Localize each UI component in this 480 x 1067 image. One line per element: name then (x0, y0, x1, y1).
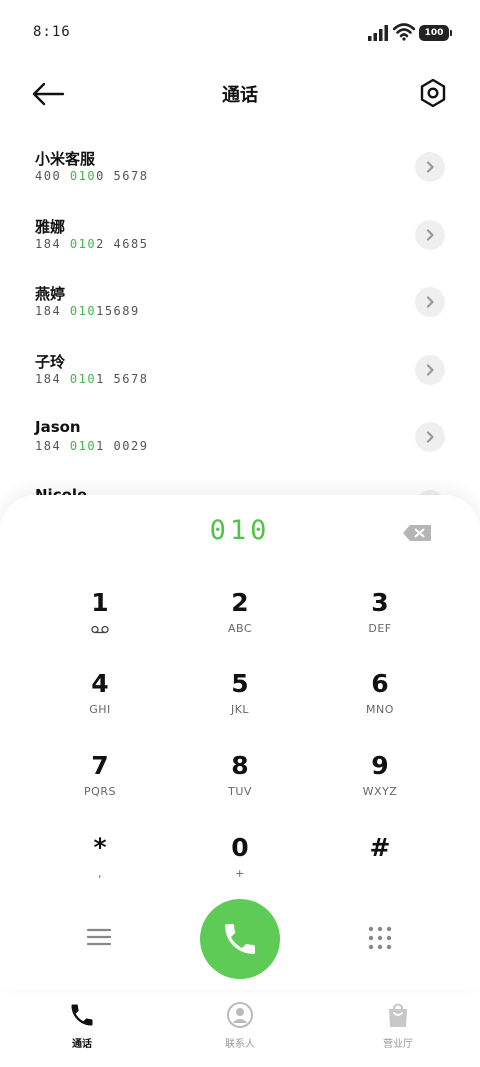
voicemail-icon (91, 625, 109, 634)
keypad-toggle-icon[interactable] (367, 925, 393, 951)
contact-item[interactable]: 子玲 184 0101 5678 (0, 337, 480, 405)
chevron-right-icon (426, 228, 434, 241)
settings-icon[interactable] (416, 76, 450, 112)
key-6[interactable]: 6 MNO (310, 666, 450, 746)
battery-icon: 100 (419, 25, 452, 41)
key-0[interactable]: 0 + (170, 830, 310, 910)
key-5[interactable]: 5 JKL (170, 666, 310, 746)
contact-item[interactable]: Jason 184 0101 0029 (0, 404, 480, 472)
contact-detail-button[interactable] (415, 354, 445, 385)
cellular-signal-icon (368, 25, 388, 41)
contact-number: 400 0100 5678 (35, 169, 149, 183)
contact-number: 184 0101 0029 (35, 439, 149, 453)
key-hash[interactable]: # (310, 830, 450, 910)
key-7[interactable]: 7 PQRS (30, 748, 170, 828)
key-2[interactable]: 2 ABC (170, 585, 310, 665)
contact-name: 小米客服 (35, 150, 96, 168)
nav-label: 通话 (72, 1039, 92, 1050)
contact-detail-button[interactable] (415, 152, 445, 182)
phone-icon (225, 924, 255, 954)
nav-item-contacts[interactable]: 联系人 (200, 1001, 280, 1050)
contacts-icon (227, 1002, 253, 1028)
contact-item[interactable]: 雅娜 184 0102 4685 (0, 202, 480, 270)
key-4[interactable]: 4 GHI (30, 666, 170, 746)
contact-detail-button[interactable] (415, 287, 445, 317)
nav-label: 联系人 (225, 1039, 255, 1050)
dialer-panel: 010 1 2 ABC 3 DEF 4 GHI 5 JKL 6 MNO 7 PQ… (0, 495, 480, 990)
contact-name: 子玲 (35, 352, 66, 371)
key-star[interactable]: * , (30, 830, 170, 910)
contact-list: 小米客服 400 0100 5678 雅娜 184 0102 4685 燕婷 1… (0, 134, 480, 514)
key-8[interactable]: 8 TUV (170, 748, 310, 828)
contact-name: 燕婷 (35, 285, 66, 303)
dialer-actions (0, 899, 480, 979)
contact-detail-button[interactable] (415, 422, 445, 452)
call-button[interactable] (200, 899, 280, 979)
key-9[interactable]: 9 WXYZ (310, 748, 450, 828)
contact-number: 184 0101 5678 (35, 371, 149, 386)
status-bar: 8:16 100 (0, 0, 480, 66)
contact-item[interactable]: 燕婷 184 01015689 (0, 269, 480, 337)
wifi-icon (393, 23, 415, 41)
backspace-icon[interactable] (402, 524, 432, 542)
phone-icon (71, 1004, 93, 1026)
store-icon (389, 1003, 407, 1027)
chevron-right-icon (426, 161, 434, 173)
key-1[interactable]: 1 (30, 585, 170, 665)
chevron-right-icon (426, 431, 434, 443)
key-3[interactable]: 3 DEF (310, 585, 450, 665)
nav-item-calls[interactable]: 通话 (42, 1001, 122, 1050)
nav-item-store[interactable]: 营业厅 (358, 1001, 438, 1050)
bottom-nav: 通话 联系人 营业厅 (0, 995, 480, 1067)
contact-detail-button[interactable] (415, 219, 445, 250)
contact-name: Jason (35, 418, 81, 436)
contact-name: 雅娜 (35, 217, 66, 236)
nav-label: 营业厅 (383, 1039, 413, 1050)
page-title: 通话 (222, 85, 258, 106)
contact-number: 184 01015689 (35, 304, 140, 318)
chevron-right-icon (426, 296, 434, 308)
menu-icon[interactable] (86, 925, 112, 949)
header: 通话 (0, 66, 480, 122)
chevron-right-icon (426, 363, 434, 376)
contact-number: 184 0102 4685 (35, 236, 149, 251)
contact-item[interactable]: 小米客服 400 0100 5678 (0, 134, 480, 202)
status-time: 8:16 (33, 24, 71, 40)
